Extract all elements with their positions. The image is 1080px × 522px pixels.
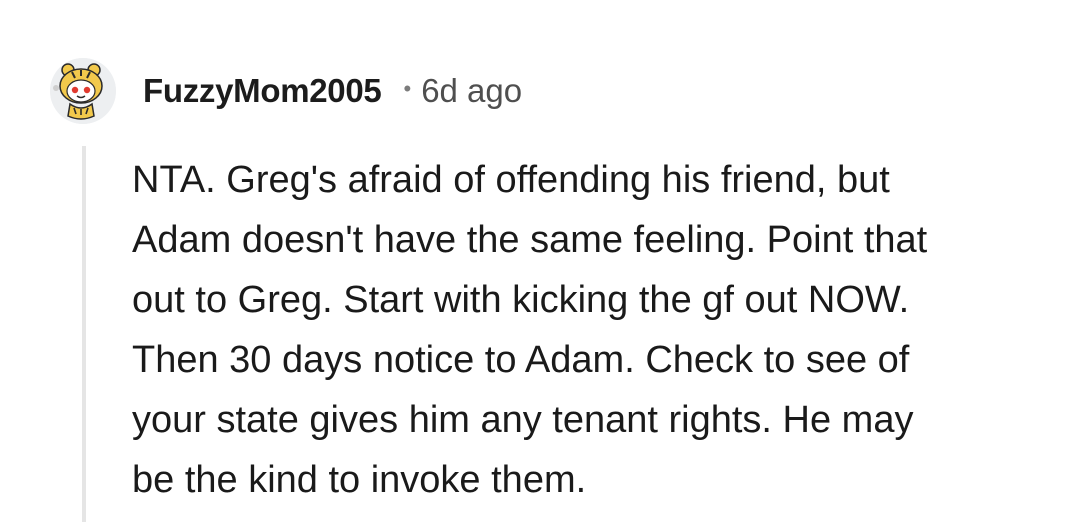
comment-age: 6d ago	[421, 72, 523, 109]
comment-header: FuzzyMom2005 • 6d ago	[50, 56, 522, 126]
thread-line[interactable]	[82, 146, 86, 522]
comment: FuzzyMom2005 • 6d ago NTA. Greg's afraid…	[0, 0, 1080, 522]
comment-line: NTA. Greg's afraid of offending his frie…	[132, 159, 890, 201]
comment-line: out to Greg. Start with kicking the gf o…	[132, 279, 910, 321]
comment-line: Adam doesn't have the same feeling. Poin…	[132, 219, 928, 261]
meta-separator: •	[403, 76, 412, 101]
comment-line: be the kind to invoke them.	[132, 459, 587, 501]
avatar[interactable]	[50, 58, 116, 124]
comment-line: your state gives him any tenant rights. …	[132, 399, 914, 441]
username[interactable]: FuzzyMom2005	[143, 72, 382, 110]
snoo-tiger-avatar-icon	[50, 58, 116, 124]
comment-body: NTA. Greg's afraid of offending his frie…	[132, 150, 1052, 510]
comment-line: Then 30 days notice to Adam. Check to se…	[132, 339, 910, 381]
